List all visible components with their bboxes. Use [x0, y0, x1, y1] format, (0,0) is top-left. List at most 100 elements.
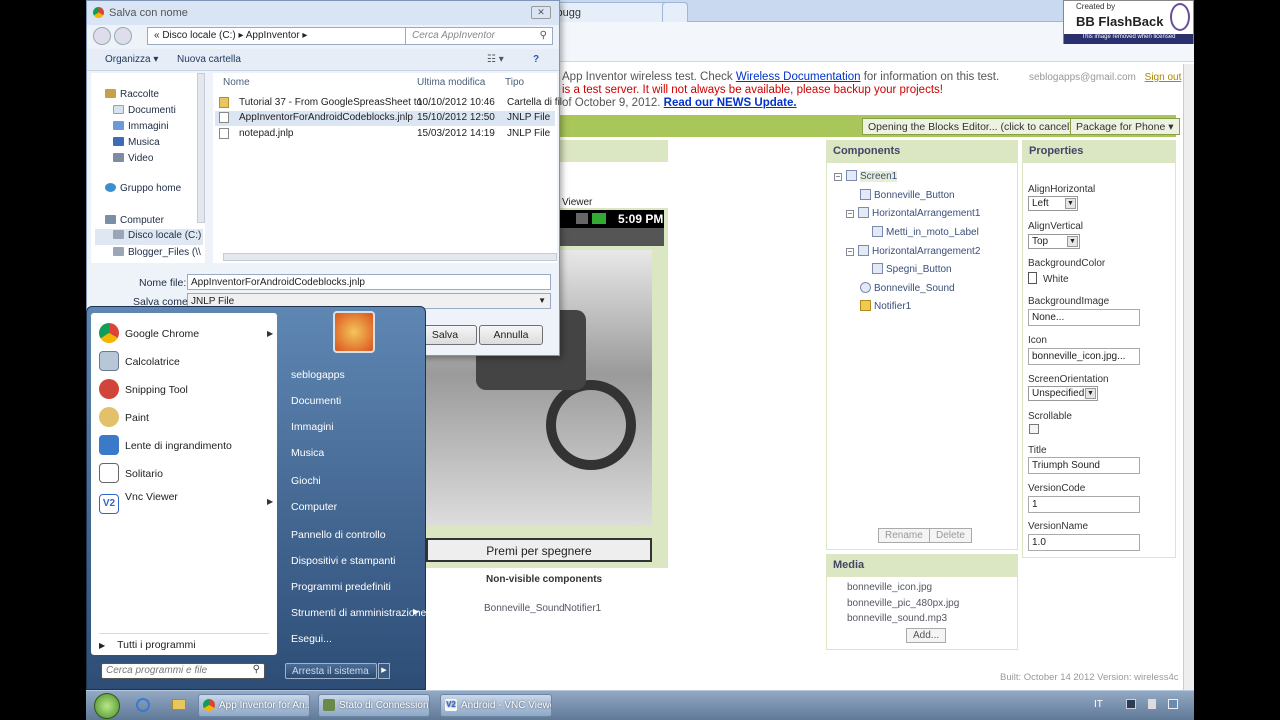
- start-link-user[interactable]: seblogapps: [291, 369, 345, 381]
- title-field[interactable]: Triumph Sound: [1028, 457, 1140, 474]
- column-type[interactable]: Tipo: [505, 77, 524, 88]
- program-snipping-tool[interactable]: Snipping Tool: [99, 379, 188, 399]
- media-item[interactable]: bonneville_icon.jpg: [847, 582, 932, 593]
- media-item[interactable]: bonneville_pic_480px.jpg: [847, 598, 959, 609]
- icon-field[interactable]: bonneville_icon.jpg...: [1028, 348, 1140, 365]
- background-image-field[interactable]: None...: [1028, 309, 1140, 326]
- news-link[interactable]: Read our NEWS Update.: [664, 97, 797, 109]
- blocks-editor-button[interactable]: Opening the Blocks Editor... (click to c…: [862, 118, 1079, 135]
- user-avatar[interactable]: [333, 311, 375, 353]
- delete-button[interactable]: Delete: [929, 528, 972, 543]
- file-row[interactable]: notepad.jnlp 15/03/2012 14:19 JNLP File: [215, 127, 555, 142]
- start-link-computer[interactable]: Computer: [291, 501, 337, 513]
- start-link-pannello[interactable]: Pannello di controllo: [291, 529, 386, 541]
- spegni-button-preview[interactable]: Premi per spegnere: [426, 538, 652, 562]
- nav-musica[interactable]: Musica: [113, 137, 160, 148]
- flag-icon[interactable]: [1148, 699, 1156, 709]
- wireless-doc-link[interactable]: Wireless Documentation: [736, 71, 861, 83]
- taskbar-connection-status[interactable]: Stato di Connessione...: [318, 694, 430, 717]
- media-item[interactable]: bonneville_sound.mp3: [847, 613, 947, 624]
- start-link-esegui[interactable]: Esegui...: [291, 633, 332, 645]
- start-link-giochi[interactable]: Giochi: [291, 475, 321, 487]
- start-search-input[interactable]: Cerca programmi e file ⚲: [101, 663, 265, 679]
- filename-input[interactable]: AppInventorForAndroidCodeblocks.jnlp: [187, 274, 551, 290]
- close-icon[interactable]: ✕: [531, 6, 551, 19]
- dialog-search-input[interactable]: Cerca AppInventor ⚲: [405, 27, 553, 45]
- vnc-icon: V2: [445, 699, 457, 711]
- nav-scrollbar[interactable]: [197, 73, 205, 223]
- collapse-icon[interactable]: −: [846, 248, 854, 256]
- shutdown-options-icon[interactable]: ▶: [378, 663, 390, 679]
- component-metti-label[interactable]: Metti_in_moto_Label: [872, 226, 979, 238]
- cancel-button[interactable]: Annulla: [479, 325, 543, 345]
- program-vnc-viewer[interactable]: V2 Vnc Viewer: [99, 491, 178, 514]
- align-vertical-select[interactable]: Top ▼: [1028, 234, 1080, 249]
- tray-icon[interactable]: [1126, 699, 1136, 709]
- component-screen1[interactable]: − Screen1: [834, 170, 898, 182]
- start-link-musica[interactable]: Musica: [291, 447, 324, 459]
- program-chrome[interactable]: Google Chrome: [99, 323, 199, 343]
- orientation-select[interactable]: Unspecified ▼: [1028, 386, 1098, 401]
- nav-computer[interactable]: Computer: [105, 215, 164, 226]
- forward-icon[interactable]: [114, 27, 132, 45]
- component-sound[interactable]: Bonneville_Sound: [860, 282, 955, 294]
- new-tab-button[interactable]: [662, 2, 688, 22]
- start-link-dispositivi[interactable]: Dispositivi e stampanti: [291, 555, 395, 567]
- program-calcolatrice[interactable]: Calcolatrice: [99, 351, 180, 371]
- column-modified[interactable]: Ultima modifica: [417, 77, 485, 88]
- shutdown-button[interactable]: Arresta il sistema ▶: [285, 663, 390, 679]
- color-swatch[interactable]: [1028, 272, 1037, 284]
- version-name-field[interactable]: 1.0: [1028, 534, 1140, 551]
- nav-gruppo-home[interactable]: Gruppo home: [105, 183, 181, 194]
- component-harrangement1[interactable]: − HorizontalArrangement1: [846, 207, 980, 219]
- nav-raccolte[interactable]: Raccolte: [105, 89, 159, 100]
- path-breadcrumb[interactable]: « Disco locale (C:) ▸ AppInventor ▸: [147, 27, 447, 45]
- column-name[interactable]: Nome: [223, 77, 250, 88]
- start-orb-icon[interactable]: [94, 693, 120, 719]
- file-row[interactable]: Tutorial 37 - From GoogleSpreasSheet to …: [215, 96, 562, 111]
- volume-icon[interactable]: [1168, 699, 1178, 709]
- program-paint[interactable]: Paint: [99, 407, 149, 427]
- start-link-immagini[interactable]: Immagini: [291, 421, 334, 433]
- component-spegni-button[interactable]: Spegni_Button: [872, 263, 952, 275]
- language-indicator[interactable]: IT: [1094, 699, 1103, 710]
- submenu-arrow-icon[interactable]: ▶: [267, 329, 273, 338]
- component-notifier[interactable]: Notifier1: [860, 300, 911, 312]
- collapse-icon[interactable]: −: [834, 173, 842, 181]
- rename-button[interactable]: Rename: [878, 528, 930, 543]
- ie-icon[interactable]: [136, 698, 150, 712]
- start-link-strumenti[interactable]: Strumenti di amministrazione: [291, 607, 426, 619]
- file-row-selected[interactable]: AppInventorForAndroidCodeblocks.jnlp 15/1…: [215, 111, 555, 126]
- help-icon[interactable]: ?: [533, 54, 539, 65]
- collapse-icon[interactable]: −: [846, 210, 854, 218]
- view-icon[interactable]: ☷ ▾: [487, 54, 504, 65]
- new-folder-button[interactable]: Nuova cartella: [177, 54, 241, 65]
- nav-documenti[interactable]: Documenti: [113, 105, 176, 116]
- align-horizontal-select[interactable]: Left ▼: [1028, 196, 1078, 211]
- package-button[interactable]: Package for Phone ▾: [1070, 118, 1180, 135]
- program-solitario[interactable]: Solitario: [99, 463, 163, 483]
- explorer-icon[interactable]: [172, 699, 186, 710]
- submenu-arrow-icon[interactable]: ▶: [413, 607, 419, 616]
- component-harrangement2[interactable]: − HorizontalArrangement2: [846, 245, 980, 257]
- taskbar-vnc-viewer[interactable]: V2 Android - VNC Viewer: [440, 694, 552, 717]
- version-code-field[interactable]: 1: [1028, 496, 1140, 513]
- organize-button[interactable]: Organizza ▾: [105, 54, 158, 65]
- submenu-arrow-icon[interactable]: ▶: [267, 497, 273, 506]
- back-icon[interactable]: [93, 27, 111, 45]
- taskbar-app-inventor[interactable]: App Inventor for An...: [198, 694, 310, 717]
- nav-immagini[interactable]: Immagini: [113, 121, 169, 132]
- start-link-predefiniti[interactable]: Programmi predefiniti: [291, 581, 391, 593]
- nav-disco-locale[interactable]: Disco locale (C:): [95, 229, 203, 245]
- program-lente[interactable]: Lente di ingrandimento: [99, 435, 232, 455]
- list-hscrollbar[interactable]: [223, 253, 557, 261]
- nav-video[interactable]: Video: [113, 153, 153, 164]
- nav-blogger-files[interactable]: Blogger_Files (\\: [113, 247, 201, 258]
- all-programs[interactable]: ▶ Tutti i programmi: [99, 639, 196, 651]
- scrollable-checkbox[interactable]: [1029, 424, 1039, 434]
- component-bonneville-button[interactable]: Bonneville_Button: [860, 189, 955, 201]
- start-link-documenti[interactable]: Documenti: [291, 395, 341, 407]
- sign-out-link[interactable]: Sign out: [1145, 72, 1182, 83]
- add-media-button[interactable]: Add...: [906, 628, 947, 643]
- page-scrollbar[interactable]: [1183, 64, 1194, 690]
